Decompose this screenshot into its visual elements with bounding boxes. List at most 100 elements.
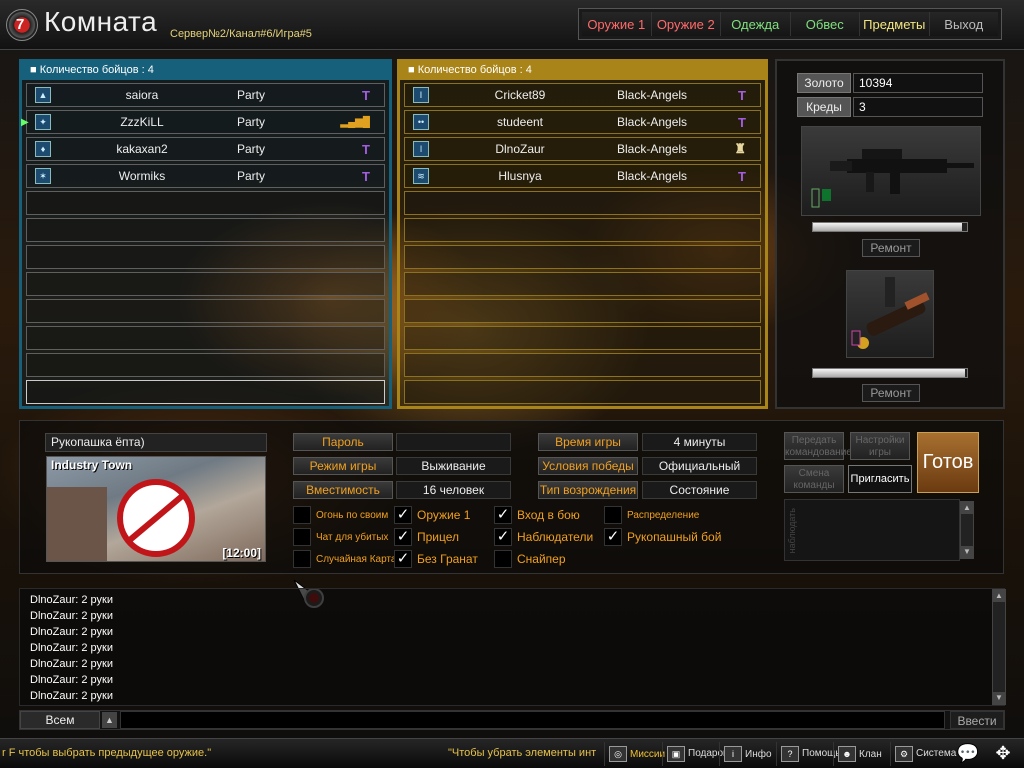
ready-button[interactable]: Готов: [917, 432, 979, 493]
rifle-icon: [811, 149, 974, 208]
map-time: [12:00]: [222, 546, 261, 560]
help-button[interactable]: ? Помощь: [776, 742, 841, 766]
option-dead-chat[interactable]: Чат для убитых: [293, 527, 388, 547]
info-button[interactable]: i Инфо: [719, 742, 772, 766]
empty-slot[interactable]: [404, 326, 761, 350]
mode-label[interactable]: Режим игры: [293, 457, 393, 475]
player-name: DlnoZaur: [495, 142, 545, 156]
empty-slot[interactable]: [26, 353, 385, 377]
scroll-up-icon[interactable]: ▲: [993, 590, 1005, 602]
chevron-up-icon[interactable]: ▲: [102, 712, 117, 728]
checkbox-checked[interactable]: ✓: [494, 506, 512, 524]
checkbox[interactable]: [293, 528, 311, 546]
chat-scrollbar[interactable]: ▲ ▼: [992, 589, 1006, 705]
player-row[interactable]: ǀ DlnoZaur Black-Angels ♜: [404, 137, 761, 161]
empty-slot[interactable]: [26, 380, 385, 404]
secondary-repair-button[interactable]: Ремонт: [862, 384, 920, 402]
empty-slot[interactable]: [26, 326, 385, 350]
system-button[interactable]: ⚙ Система: [890, 742, 956, 766]
checkbox-checked[interactable]: ✓: [604, 528, 622, 546]
checkbox[interactable]: [604, 506, 622, 524]
option-no-grenades[interactable]: ✓ Без Гранат: [394, 549, 478, 569]
player-row[interactable]: ≋ Hlusnya Black-Angels Т: [404, 164, 761, 188]
bottom-bar: r F чтобы выбрать предыдущее оружие." "Ч…: [0, 738, 1024, 768]
empty-slot[interactable]: [404, 353, 761, 377]
player-row[interactable]: Ⅰ Cricket89 Black-Angels Т: [404, 83, 761, 107]
nav-weapon1[interactable]: Оружие 1: [582, 12, 652, 36]
room-name: Рукопашка ёпта): [45, 433, 267, 452]
ping-icon: Т: [362, 141, 370, 157]
chat-bubbles-icon[interactable]: 💬: [955, 743, 981, 765]
gift-button[interactable]: ▣ Подарок: [662, 742, 727, 766]
invite-button[interactable]: Пригласить: [848, 465, 912, 493]
move-arrows-icon[interactable]: ✥: [990, 743, 1016, 765]
empty-slot[interactable]: [26, 218, 385, 242]
gold-value: 10394: [853, 73, 983, 93]
primary-weapon-slot[interactable]: [801, 126, 981, 216]
player-row[interactable]: ▲ saiora Party Т: [26, 83, 385, 107]
capacity-label[interactable]: Вместимость: [293, 481, 393, 499]
option-spectators[interactable]: ✓ Наблюдатели: [494, 527, 593, 547]
option-join-in-progress[interactable]: ✓ Вход в бою: [494, 505, 580, 525]
nav-clothes[interactable]: Одежда: [721, 12, 791, 36]
team-blue-header: ■ Количество бойцов : 4: [22, 62, 389, 80]
empty-slot[interactable]: [404, 245, 761, 269]
nav-items[interactable]: Предметы: [860, 12, 930, 36]
time-label[interactable]: Время игры: [538, 433, 638, 451]
empty-slot[interactable]: [404, 218, 761, 242]
win-label[interactable]: Условия победы: [538, 457, 638, 475]
checkbox-checked[interactable]: ✓: [394, 506, 412, 524]
nav-exit[interactable]: Выход: [929, 12, 998, 36]
option-weapon1[interactable]: ✓ Оружие 1: [394, 505, 470, 525]
scroll-down-icon[interactable]: ▼: [993, 692, 1005, 704]
map-preview[interactable]: Industry Town [12:00]: [46, 456, 266, 562]
empty-slot[interactable]: [404, 191, 761, 215]
empty-slot[interactable]: [26, 245, 385, 269]
game-settings-button[interactable]: Настройки игры: [850, 432, 910, 460]
system-icon: ⚙: [895, 746, 913, 762]
respawn-label[interactable]: Тип возрождения: [538, 481, 638, 499]
primary-repair-button[interactable]: Ремонт: [862, 239, 920, 257]
checkbox-checked[interactable]: ✓: [394, 550, 412, 568]
player-row[interactable]: ✶ Wormiks Party Т: [26, 164, 385, 188]
checkbox-checked[interactable]: ✓: [394, 528, 412, 546]
checkbox[interactable]: [293, 506, 311, 524]
player-row[interactable]: ▶ ✦ ZzzKiLL Party ▂▄▆█: [21, 110, 385, 134]
empty-slot[interactable]: [26, 299, 385, 323]
change-team-button[interactable]: Смена команды: [784, 465, 844, 493]
option-crosshair[interactable]: ✓ Прицел: [394, 527, 459, 547]
checkbox-checked[interactable]: ✓: [494, 528, 512, 546]
send-button[interactable]: Ввести: [950, 711, 1004, 729]
empty-slot[interactable]: [26, 272, 385, 296]
spectate-scrollbar[interactable]: ▲ ▼: [960, 501, 974, 559]
password-label[interactable]: Пароль: [293, 433, 393, 451]
option-sniper[interactable]: Снайпер: [494, 549, 566, 569]
option-auto-balance[interactable]: Распределение: [604, 505, 699, 525]
player-name: studeent: [496, 115, 544, 129]
empty-slot[interactable]: [404, 272, 761, 296]
empty-slot[interactable]: [404, 380, 761, 404]
melee-fist-icon: [117, 479, 195, 557]
empty-slot[interactable]: [404, 299, 761, 323]
host-tower-icon: ♜: [734, 141, 746, 156]
player-row[interactable]: ♦ kakaxan2 Party Т: [26, 137, 385, 161]
nav-gear[interactable]: Обвес: [790, 12, 860, 36]
transfer-host-button[interactable]: Передать командование: [784, 432, 852, 460]
nav-weapon2[interactable]: Оружие 2: [651, 12, 721, 36]
option-random-map[interactable]: Случайная Карта: [293, 549, 396, 569]
chat-input[interactable]: [120, 711, 945, 729]
secondary-weapon-slot[interactable]: [846, 270, 934, 358]
checkbox[interactable]: [293, 550, 311, 568]
rank-icon: Ⅰ: [413, 87, 429, 103]
clan-button[interactable]: ☻ Клан: [833, 742, 882, 766]
scroll-up-icon[interactable]: ▲: [961, 502, 973, 514]
player-row[interactable]: •• studeent Black-Angels Т: [404, 110, 761, 134]
empty-slot[interactable]: [26, 191, 385, 215]
option-friendly-fire[interactable]: Огонь по своим: [293, 505, 388, 525]
option-melee[interactable]: ✓ Рукопашный бой: [604, 527, 721, 547]
tip-text-left: r F чтобы выбрать предыдущее оружие.": [2, 747, 212, 759]
scroll-down-icon[interactable]: ▼: [961, 546, 973, 558]
checkbox[interactable]: [494, 550, 512, 568]
missions-button[interactable]: ◎ Миссии: [604, 742, 665, 766]
chat-mode-select[interactable]: Всем: [20, 711, 100, 729]
